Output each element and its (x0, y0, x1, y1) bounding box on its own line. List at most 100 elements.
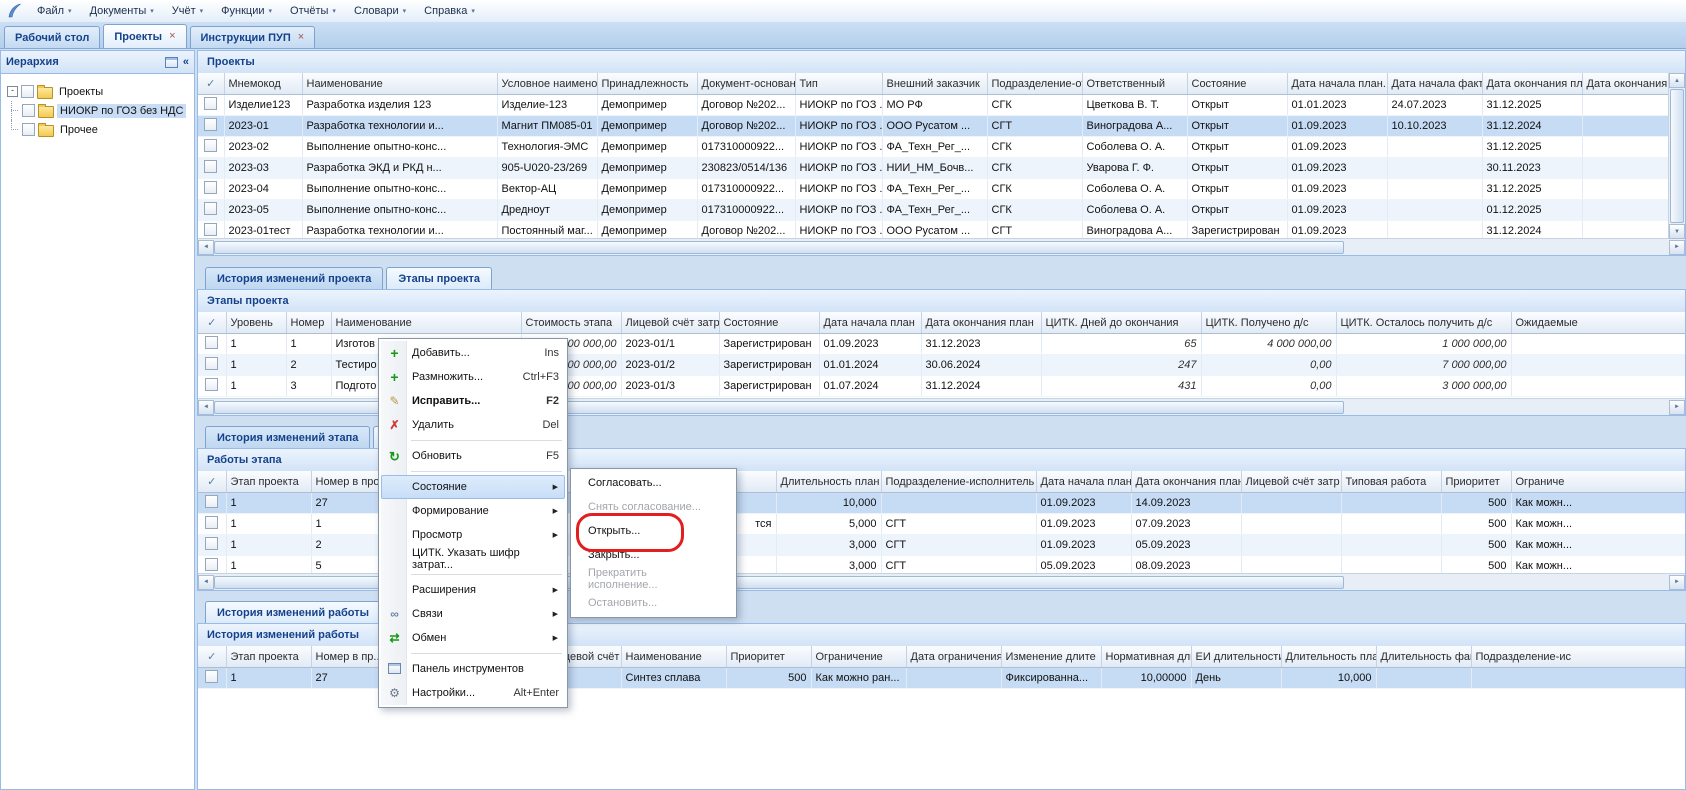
cell[interactable] (1511, 376, 1685, 397)
cell[interactable] (1471, 668, 1685, 689)
cell[interactable]: 31.12.2025 (1482, 137, 1582, 158)
menu-item-exchange[interactable]: Обмен▶ (381, 626, 565, 650)
cell[interactable]: Дредноут (497, 200, 597, 221)
menu-item-state[interactable]: Состояние▶ (381, 475, 565, 499)
cell[interactable]: СГТ (881, 556, 1036, 575)
cell[interactable]: НИОКР по ГОЗ ... (795, 158, 882, 179)
sub-tab[interactable]: История изменений проекта (205, 267, 383, 289)
column-header[interactable]: Дата начала план. (1036, 471, 1131, 493)
cell[interactable]: 07.09.2023 (1131, 514, 1241, 535)
column-header[interactable]: Ограничение (811, 646, 906, 668)
column-header[interactable]: Нормативная длит (1101, 646, 1191, 668)
row-checkbox[interactable] (205, 537, 218, 550)
scroll-right-button[interactable]: ► (1669, 240, 1685, 255)
cell[interactable]: СГТ (881, 535, 1036, 556)
column-header[interactable]: Подразделение-от (987, 73, 1082, 95)
cell[interactable]: 2023-01/1 (621, 334, 719, 355)
cell[interactable]: Постоянный маг... (497, 221, 597, 240)
cell[interactable]: 017310000922... (697, 137, 795, 158)
cell[interactable]: Договор №202... (697, 221, 795, 240)
cell[interactable]: 31.12.2025 (1482, 95, 1582, 116)
column-header[interactable]: ЦИТК. Получено д/с (1201, 312, 1336, 334)
cell[interactable]: 01.09.2023 (1287, 221, 1387, 240)
cell[interactable]: 1 000 000,00 (1336, 334, 1511, 355)
cell[interactable]: 05.09.2023 (1131, 535, 1241, 556)
cell[interactable]: Выполнение опытно-конс... (302, 200, 497, 221)
row-checkbox[interactable] (204, 97, 217, 110)
panel-window-icon[interactable] (165, 57, 178, 68)
column-header[interactable]: Длительность план▼ (776, 471, 881, 493)
column-header[interactable]: Дата окончания план (921, 312, 1041, 334)
close-tab-icon[interactable]: × (298, 32, 304, 43)
cell[interactable]: 01.09.2023 (1036, 535, 1131, 556)
column-header[interactable]: Дата начала факт (1387, 73, 1482, 95)
cell[interactable]: 31.12.2024 (1482, 221, 1582, 240)
cell[interactable]: 0,00 (1201, 376, 1336, 397)
cell[interactable]: 3,000 (776, 535, 881, 556)
table-row[interactable]: 2023-01тестРазработка технологии и...Пос… (198, 221, 1685, 240)
tree-node[interactable]: -Проекты (5, 82, 190, 101)
scroll-down-button[interactable]: ▼ (1669, 224, 1685, 239)
sub-tab[interactable]: Этапы проекта (386, 267, 492, 289)
cell[interactable]: 01.09.2023 (1036, 514, 1131, 535)
column-header[interactable]: Тип (795, 73, 882, 95)
cell[interactable]: Как можн... (1511, 493, 1685, 514)
tree-checkbox[interactable] (22, 123, 35, 136)
select-all-header[interactable]: ✓ (198, 471, 226, 493)
row-checkbox[interactable] (205, 357, 218, 370)
cell[interactable]: 01.09.2023 (819, 334, 921, 355)
cell[interactable]: 905-U020-23/269 (497, 158, 597, 179)
cell[interactable]: ФА_Техн_Рег_... (882, 179, 987, 200)
select-all-header[interactable]: ✓ (198, 312, 226, 334)
tree-expander-icon[interactable]: - (7, 86, 18, 97)
cell[interactable]: Договор №202... (697, 116, 795, 137)
menu-item-settings[interactable]: Настройки...Alt+Enter (381, 681, 565, 705)
cell[interactable] (1341, 514, 1441, 535)
cell[interactable]: 01.09.2023 (1036, 493, 1131, 514)
column-header[interactable]: Наименование (302, 73, 497, 95)
cell[interactable]: Зарегистрирован (1187, 221, 1287, 240)
scroll-right-button[interactable]: ► (1669, 400, 1685, 415)
column-header[interactable]: Номер (286, 312, 331, 334)
cell[interactable]: НИОКР по ГОЗ ... (795, 137, 882, 158)
cell[interactable]: 500 (1441, 493, 1511, 514)
row-checkbox[interactable] (204, 223, 217, 236)
collapse-panel-icon[interactable]: « (183, 56, 189, 68)
table-row[interactable]: 2023-04Выполнение опытно-конс...Вектор-А… (198, 179, 1685, 200)
menu-item-add[interactable]: Добавить...Ins (381, 341, 565, 365)
cell[interactable]: 1 (286, 334, 331, 355)
cell[interactable] (1387, 221, 1482, 240)
cell[interactable]: 31.12.2025 (1482, 179, 1582, 200)
sub-tab[interactable]: История изменений этапа (205, 426, 370, 448)
cell[interactable]: 01.01.2023 (1287, 95, 1387, 116)
cell[interactable]: 65 (1041, 334, 1201, 355)
cell[interactable]: 3 (286, 376, 331, 397)
column-header[interactable]: Ответственный (1082, 73, 1187, 95)
cell[interactable]: 1 (226, 535, 311, 556)
cell[interactable] (1241, 535, 1341, 556)
cell[interactable]: 10,00000 (1101, 668, 1191, 689)
cell[interactable] (1387, 137, 1482, 158)
cell[interactable]: 2023-01тест (224, 221, 302, 240)
cell[interactable]: СГК (987, 158, 1082, 179)
column-header[interactable]: Длительность пла (1281, 646, 1376, 668)
row-checkbox[interactable] (205, 378, 218, 391)
cell[interactable]: 05.09.2023 (1036, 556, 1131, 575)
cell[interactable]: 500 (726, 668, 811, 689)
cell[interactable]: Разработка ЭКД и РКД н... (302, 158, 497, 179)
cell[interactable]: 2023-04 (224, 179, 302, 200)
cell[interactable]: Синтез сплава (621, 668, 726, 689)
cell[interactable]: Технология-ЭМС (497, 137, 597, 158)
row-checkbox[interactable] (205, 670, 218, 683)
column-header[interactable]: Ограниче (1511, 471, 1685, 493)
row-checkbox[interactable] (205, 336, 218, 349)
cell[interactable]: Зарегистрирован (719, 376, 819, 397)
select-all-header[interactable]: ✓ (198, 646, 226, 668)
menu-item-citk-cost-code[interactable]: ЦИТК. Указать шифр затрат... (381, 547, 565, 571)
cell[interactable]: Разработка изделия 123 (302, 95, 497, 116)
cell[interactable]: 431 (1041, 376, 1201, 397)
cell[interactable]: Открыт (1187, 116, 1287, 137)
vertical-scrollbar[interactable]: ▲ ▼ (1668, 73, 1685, 239)
cell[interactable]: 3,000 (776, 556, 881, 575)
cell[interactable]: 2023-02 (224, 137, 302, 158)
